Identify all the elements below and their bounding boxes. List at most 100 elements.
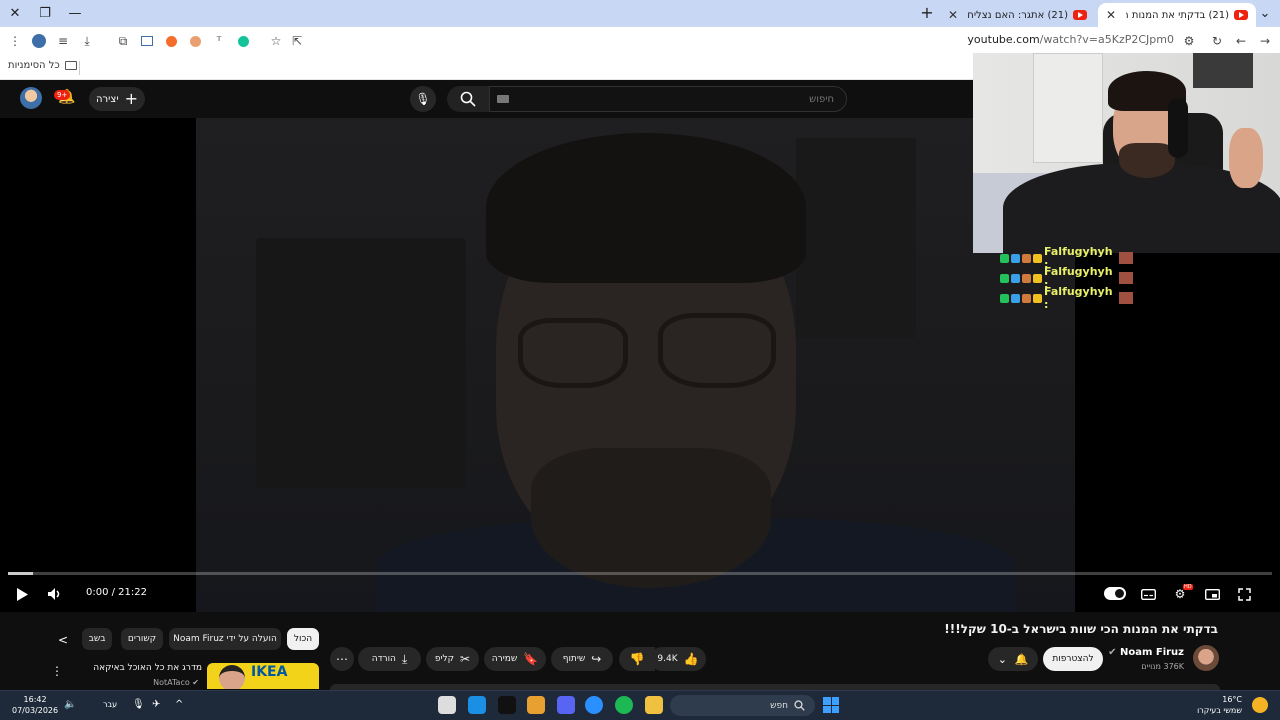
new-tab-icon[interactable]: +	[918, 4, 936, 22]
chrome-app-icon[interactable]	[585, 696, 603, 714]
chat-avatar-icon	[1118, 252, 1133, 264]
downloads-icon[interactable]: ⤓	[78, 32, 96, 50]
like-button[interactable]: 👍 9.4K	[650, 647, 706, 671]
close-tab-icon[interactable]: ✕	[948, 8, 958, 22]
chevron-left-icon[interactable]: <	[58, 633, 68, 647]
extension-screen-icon[interactable]	[138, 32, 156, 50]
extension-face-icon[interactable]	[186, 32, 204, 50]
minimize-window-icon[interactable]: —	[60, 0, 90, 27]
taskbar-search[interactable]: חפש	[670, 695, 815, 716]
channel-avatar[interactable]	[1193, 645, 1219, 671]
menu-kebab-icon[interactable]: ⋮	[6, 32, 24, 50]
reload-icon[interactable]: ↻	[1208, 32, 1226, 50]
all-bookmarks-label: כל הסימניות	[8, 60, 60, 71]
tab-strip: ✕ ❐ — + (21) אתגר: האם נצליח לשרוד ה ✕ (…	[0, 0, 1280, 27]
recommendation-title[interactable]: מדרג את כל האוכל באיקאה	[93, 663, 202, 673]
microphone-icon[interactable]: 🎙	[132, 699, 145, 710]
tab-secondary[interactable]: (21) אתגר: האם נצליח לשרוד ה ✕	[940, 3, 1095, 27]
voice-search-mic-icon[interactable]: 🎙	[410, 86, 436, 112]
recommendation-more-icon[interactable]: ⋮	[51, 664, 63, 678]
back-icon[interactable]: →	[1256, 32, 1274, 50]
badge-icon	[1000, 293, 1009, 303]
site-settings-icon[interactable]: ⚙	[1180, 32, 1198, 50]
webcam-door	[1033, 53, 1103, 163]
clip-button[interactable]: ✂ קליפ	[426, 647, 479, 671]
game-app-icon[interactable]	[527, 696, 545, 714]
chip-partial[interactable]: בשב	[82, 628, 112, 650]
presenter-beard	[531, 448, 771, 588]
gem-icon	[1011, 273, 1020, 283]
autoplay-toggle[interactable]	[1104, 587, 1126, 600]
video-frame	[196, 118, 1075, 612]
notifications-badge: 9+	[54, 90, 71, 100]
bookmark-star-icon[interactable]: ☆	[267, 32, 285, 50]
keyboard-icon[interactable]	[497, 95, 509, 103]
weather-condition: שמשי בעיקרו	[1197, 706, 1242, 715]
badge-icon	[1000, 253, 1009, 263]
share-button[interactable]: ↪ שיתוף	[551, 647, 613, 671]
background-lamp	[796, 138, 916, 338]
subscribe-button[interactable]: להצטרפות	[1043, 647, 1103, 671]
terminal-app-icon[interactable]	[498, 696, 516, 714]
network-icon[interactable]: ✈	[152, 699, 160, 710]
forward-icon[interactable]: ←	[1232, 32, 1250, 50]
spotify-app-icon[interactable]	[615, 696, 633, 714]
save-button[interactable]: 🔖 שמירה	[484, 647, 546, 671]
url-text[interactable]: youtube.com/watch?v=a5KzP2CJpm0	[967, 33, 1174, 46]
widgets-app-icon[interactable]	[468, 696, 486, 714]
search-input[interactable]	[489, 86, 847, 112]
notifications-menu-button[interactable]: ⌄ 🔔	[988, 647, 1038, 671]
chip-uploaded-by[interactable]: הועלה על ידי Noam Firuz	[169, 628, 281, 650]
tab-title: (21) בדקתי את המנות הכי שווה	[1126, 9, 1229, 21]
system-clock[interactable]: 16:42 07/03/2026	[12, 694, 58, 716]
profile-avatar-icon[interactable]	[30, 32, 48, 50]
tab-active[interactable]: (21) בדקתי את המנות הכי שווה ✕	[1098, 3, 1256, 27]
verified-icon: ✔	[1108, 647, 1117, 658]
account-avatar[interactable]	[20, 87, 42, 109]
close-window-icon[interactable]: ✕	[0, 0, 30, 27]
fullscreen-icon[interactable]	[1234, 584, 1254, 604]
extensions-icon[interactable]: ⧉	[114, 32, 132, 50]
discord-app-icon[interactable]	[557, 696, 575, 714]
extension-grammar-icon[interactable]	[234, 32, 252, 50]
recommendation-thumbnail[interactable]: IKEA	[207, 663, 319, 689]
file-explorer-app-icon[interactable]	[645, 696, 663, 714]
recommendation-channel: NotATaco ✔	[153, 678, 199, 687]
subscriber-count: 376K מנויים	[1141, 662, 1184, 671]
save-label: שמירה	[491, 654, 518, 664]
search-icon	[460, 91, 476, 107]
create-button[interactable]: + יצירה	[89, 87, 145, 111]
volume-icon[interactable]	[45, 584, 65, 604]
tab-search-chevron-icon[interactable]: ⌄	[1250, 0, 1280, 27]
dislike-button[interactable]: 👎	[619, 647, 655, 671]
miniplayer-icon[interactable]	[1202, 584, 1222, 604]
subtitles-icon[interactable]	[1138, 584, 1158, 604]
open-in-window-icon[interactable]: ⇱	[288, 32, 306, 50]
close-tab-icon[interactable]: ✕	[1106, 8, 1116, 22]
extension-orange-icon[interactable]	[162, 32, 180, 50]
search-button[interactable]	[447, 86, 489, 112]
input-language[interactable]: עבר	[103, 700, 117, 709]
download-button[interactable]: ⤓ הורדה	[358, 647, 421, 671]
all-bookmarks-button[interactable]: כל הסימניות	[8, 60, 77, 71]
search-icon	[794, 700, 805, 711]
play-icon[interactable]	[12, 584, 32, 604]
more-actions-button[interactable]: ⋯	[330, 647, 354, 671]
speaker-icon[interactable]: 🔈	[64, 699, 76, 710]
weather-widget[interactable]: 16°C שמשי בעיקרו	[1197, 694, 1242, 716]
windows-start-icon[interactable]	[823, 697, 839, 713]
bookmarks-bar: כל הסימניות	[0, 56, 973, 80]
chip-all[interactable]: הכול	[287, 628, 319, 650]
notepad-app-icon[interactable]	[438, 696, 456, 714]
restore-window-icon[interactable]: ❐	[30, 0, 60, 27]
chip-related[interactable]: קשורים	[121, 628, 163, 650]
channel-name[interactable]: Noam Firuz ✔	[1108, 647, 1184, 658]
progress-bar[interactable]	[8, 572, 1272, 575]
crown-icon	[1033, 253, 1042, 263]
tray-overflow-icon[interactable]: ^	[175, 699, 183, 710]
media-controls-icon[interactable]: ≡	[54, 32, 72, 50]
webcam-beard	[1119, 143, 1175, 178]
presenter-glasses-left	[518, 318, 628, 388]
extension-translate-icon[interactable]: ᵀ	[210, 32, 228, 50]
webcam-tv	[1193, 53, 1253, 88]
